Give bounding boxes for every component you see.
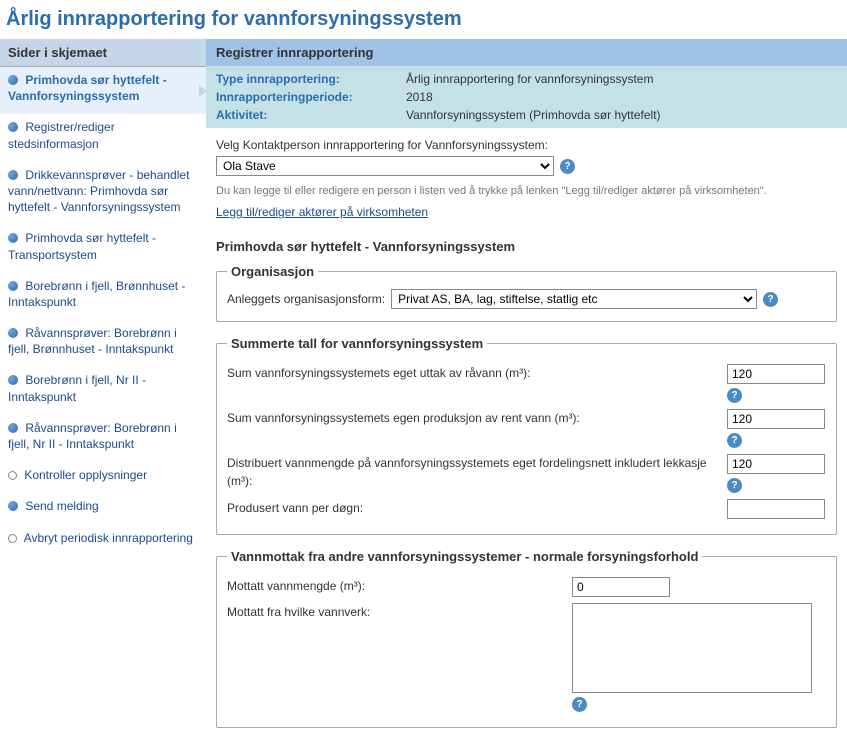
sidebar-item[interactable]: Råvannsprøver: Borebrønn i fjell, Brønnh… <box>0 320 206 367</box>
sums-fieldset: Summerte tall for vannforsyningssystem S… <box>216 336 837 535</box>
sidebar-item[interactable]: Avbryt periodisk innrapportering <box>0 525 206 556</box>
sums-row4-input[interactable] <box>727 499 825 519</box>
info-activity-value: Vannforsyningssystem (Primhovda sør hytt… <box>406 108 661 122</box>
organisation-legend: Organisasjon <box>227 264 318 279</box>
help-icon[interactable]: ? <box>572 697 587 712</box>
help-icon[interactable]: ? <box>727 433 742 448</box>
info-period-value: 2018 <box>406 90 433 104</box>
info-type-value: Årlig innrapportering for vannforsynings… <box>406 72 653 86</box>
sidebar-link[interactable]: Råvannsprøver: Borebrønn i fjell, Brønnh… <box>8 326 177 356</box>
sums-row4-label: Produsert vann per døgn: <box>227 499 727 517</box>
sidebar-link[interactable]: Avbryt periodisk innrapportering <box>21 531 193 545</box>
intake-row1-input[interactable] <box>572 577 670 597</box>
bullet-icon <box>8 122 18 132</box>
sidebar-item[interactable]: Råvannsprøver: Borebrønn i fjell, Nr II … <box>0 415 206 462</box>
main-header: Registrer innrapportering <box>206 39 847 66</box>
intake-fieldset: Vannmottak fra andre vannforsyningssyste… <box>216 549 837 728</box>
intake-row2-textarea[interactable] <box>572 603 812 693</box>
sidebar-link[interactable]: Primhovda sør hyttefelt - Vannforsynings… <box>8 73 167 103</box>
info-box: Type innrapportering: Årlig innrapporter… <box>206 66 847 128</box>
sidebar-item[interactable]: Send melding <box>0 493 206 524</box>
sidebar-link[interactable]: Primhovda sør hyttefelt - Transportsyste… <box>8 231 156 261</box>
sidebar-item[interactable]: Borebrønn i fjell, Nr II - Inntakspunkt <box>0 367 206 414</box>
bullet-icon <box>8 170 18 180</box>
help-icon[interactable]: ? <box>727 388 742 403</box>
sidebar-link[interactable]: Drikkevannsprøver - behandlet vann/nettv… <box>8 168 189 214</box>
bullet-icon <box>8 75 18 85</box>
help-icon[interactable]: ? <box>560 159 575 174</box>
contact-select[interactable]: Ola Stave <box>216 156 554 176</box>
sidebar-header: Sider i skjemaet <box>0 39 206 67</box>
page-title: Årlig innrapportering for vannforsynings… <box>0 0 847 39</box>
bullet-icon <box>8 375 18 385</box>
main-panel: Registrer innrapportering Type innrappor… <box>206 39 847 752</box>
info-activity-label: Aktivitet: <box>216 108 406 122</box>
sums-row3-input[interactable] <box>727 454 825 474</box>
info-period-label: Innrapporteringperiode: <box>216 90 406 104</box>
sidebar-item[interactable]: Primhovda sør hyttefelt - Vannforsynings… <box>0 67 206 114</box>
sums-row1-label: Sum vannforsyningssystemets eget uttak a… <box>227 364 727 382</box>
sidebar-item[interactable]: Kontroller opplysninger <box>0 462 206 493</box>
intake-legend: Vannmottak fra andre vannforsyningssyste… <box>227 549 702 564</box>
bullet-icon <box>8 471 17 480</box>
sidebar-item[interactable]: Drikkevannsprøver - behandlet vann/nettv… <box>0 162 206 226</box>
intake-row1-label: Mottatt vannmengde (m³): <box>227 577 572 595</box>
sidebar-item[interactable]: Registrer/rediger stedsinformasjon <box>0 114 206 161</box>
sidebar-link[interactable]: Registrer/rediger stedsinformasjon <box>8 120 115 150</box>
bullet-icon <box>8 534 17 543</box>
sums-legend: Summerte tall for vannforsyningssystem <box>227 336 487 351</box>
sidebar-link[interactable]: Borebrønn i fjell, Brønnhuset - Inntaksp… <box>8 279 185 309</box>
sidebar-item[interactable]: Borebrønn i fjell, Brønnhuset - Inntaksp… <box>0 273 206 320</box>
bullet-icon <box>8 423 18 433</box>
sidebar-item[interactable]: Primhovda sør hyttefelt - Transportsyste… <box>0 225 206 272</box>
bullet-icon <box>8 328 18 338</box>
sidebar-link[interactable]: Send melding <box>22 499 99 513</box>
organisation-fieldset: Organisasjon Anleggets organisasjonsform… <box>216 264 837 322</box>
sums-row1-input[interactable] <box>727 364 825 384</box>
sums-row2-label: Sum vannforsyningssystemets egen produks… <box>227 409 727 427</box>
help-icon[interactable]: ? <box>727 478 742 493</box>
intake-row2-label: Mottatt fra hvilke vannverk: <box>227 603 572 621</box>
org-form-label: Anleggets organisasjonsform: <box>227 292 385 306</box>
contact-label: Velg Kontaktperson innrapportering for V… <box>216 138 837 152</box>
org-form-select[interactable]: Privat AS, BA, lag, stiftelse, statlig e… <box>391 289 757 309</box>
sidebar: Sider i skjemaet Primhovda sør hyttefelt… <box>0 39 206 752</box>
sums-row3-label: Distribuert vannmengde på vannforsynings… <box>227 454 727 490</box>
section-title: Primhovda sør hyttefelt - Vannforsynings… <box>216 239 837 254</box>
sidebar-link[interactable]: Kontroller opplysninger <box>21 468 147 482</box>
sums-row2-input[interactable] <box>727 409 825 429</box>
edit-actors-link[interactable]: Legg til/rediger aktører på virksomheten <box>216 205 428 219</box>
bullet-icon <box>8 281 18 291</box>
bullet-icon <box>8 501 18 511</box>
sidebar-link[interactable]: Råvannsprøver: Borebrønn i fjell, Nr II … <box>8 421 177 451</box>
contact-hint: Du kan legge til eller redigere en perso… <box>216 184 837 199</box>
sidebar-link[interactable]: Borebrønn i fjell, Nr II - Inntakspunkt <box>8 373 146 403</box>
bullet-icon <box>8 233 18 243</box>
info-type-label: Type innrapportering: <box>216 72 406 86</box>
help-icon[interactable]: ? <box>763 292 778 307</box>
